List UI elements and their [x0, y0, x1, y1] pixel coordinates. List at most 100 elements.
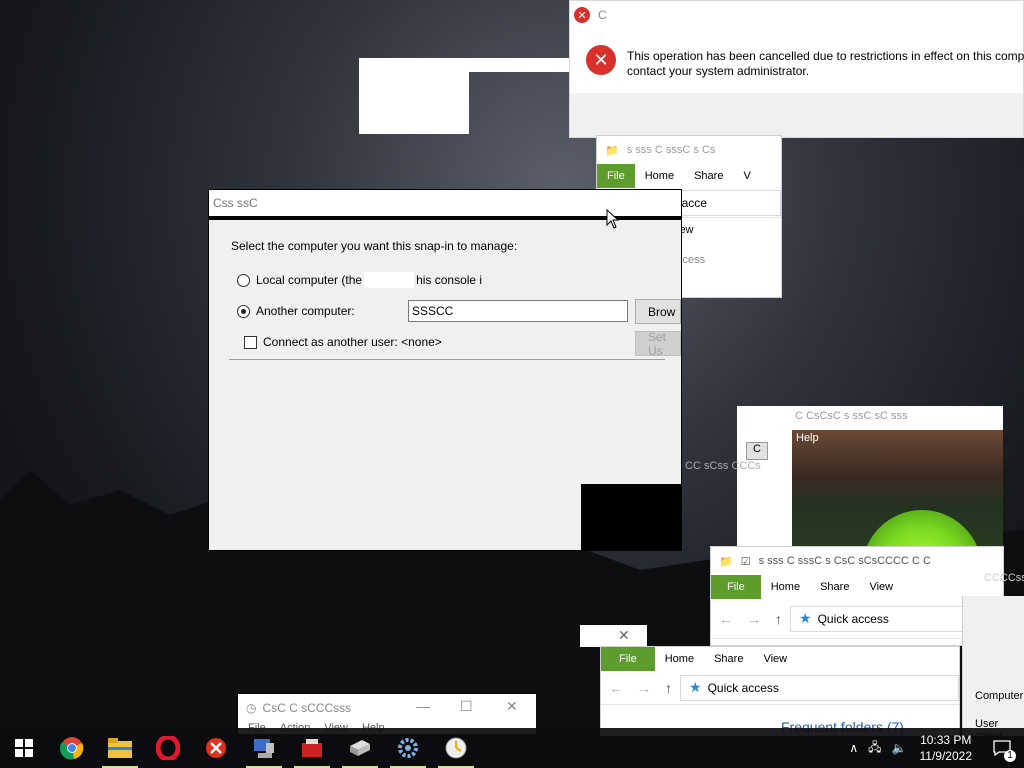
tent-wallpaper-preview: Help: [792, 430, 1003, 546]
connect-as-option[interactable]: Connect as another user: <none>: [244, 335, 442, 349]
chrome-icon[interactable]: [48, 728, 96, 768]
error-message-line2: contact your system administrator.: [627, 64, 810, 78]
tab-home[interactable]: Home: [635, 164, 684, 188]
render-artifact: [469, 58, 569, 72]
nav-arrows: ← → ↑: [711, 611, 790, 627]
tile-status: CC sCss CCCs: [685, 460, 761, 472]
up-arrow-icon[interactable]: ↑: [775, 611, 782, 627]
address-text: Quick access: [817, 611, 889, 626]
select-computer-dialog: Css ssC Select the computer you want thi…: [208, 189, 682, 551]
computer-label: Computer:: [975, 690, 1024, 702]
render-artifact: [581, 484, 681, 550]
explorer-window-middle: 📁 ☑ s sss C sssC s CsC sCsCCCC C C File …: [710, 546, 1004, 646]
error-dialog-titlebar: ✕ C: [570, 1, 1023, 29]
explorer-top-title: s sss C sssC s Cs: [626, 144, 716, 156]
taskbar-clock[interactable]: 10:33 PM 11/9/2022: [912, 732, 981, 764]
quick-access-star-icon: ★: [689, 679, 702, 695]
explorer-bottom-ribbon: File Home Share View: [601, 647, 959, 671]
close-icon[interactable]: ✕: [506, 698, 518, 715]
tab-home[interactable]: Home: [761, 575, 810, 599]
another-computer-radio[interactable]: [237, 304, 250, 318]
network-icon[interactable]: 🖧: [863, 738, 886, 759]
local-computer-option[interactable]: Local computer (the his console i: [237, 272, 482, 288]
tab-view[interactable]: View: [859, 575, 903, 599]
tab-view[interactable]: V: [733, 164, 760, 188]
error-title-icon: ✕: [574, 7, 590, 23]
file-explorer-icon[interactable]: [96, 728, 144, 768]
tab-file[interactable]: File: [711, 575, 761, 599]
volume-icon[interactable]: 🔈: [887, 741, 912, 755]
snapped-window-tile: C CsCsC s ssC sC sss Help C: [737, 406, 1003, 546]
computer-name-input[interactable]: SSSCC: [408, 300, 628, 322]
quick-access-star-icon: ★: [799, 610, 812, 626]
folder-icon: 📁: [719, 555, 733, 568]
windows-start-icon[interactable]: [0, 728, 48, 768]
right-partial-window: Computer: User name: [962, 596, 1024, 736]
show-hidden-icons-chevron-icon[interactable]: ∧: [844, 741, 863, 755]
clock-window-titlebar: ◷ CsC C sCCCsss: [238, 694, 536, 722]
mouse-cursor-icon: [606, 209, 620, 229]
back-arrow-icon[interactable]: ←: [719, 611, 733, 627]
computer-management-icon[interactable]: [240, 728, 288, 768]
back-arrow-icon[interactable]: ←: [609, 680, 623, 696]
forward-arrow-icon[interactable]: →: [637, 680, 651, 696]
connect-as-label: Connect as another user: <none>: [263, 335, 442, 349]
tile-button[interactable]: C: [746, 442, 768, 460]
clock-icon: ◷: [246, 701, 257, 715]
explorer-top-titlebar: 📁 s sss C sssC s Cs: [597, 136, 781, 164]
system-tray: ∧ 🖧 🔈 10:33 PM 11/9/2022 1: [844, 728, 1024, 768]
tab-view[interactable]: View: [753, 647, 797, 671]
clock-window-title: CsC C sCCCsss: [262, 701, 352, 715]
maximize-icon[interactable]: ☐: [460, 698, 473, 715]
taskbar-time: 10:33 PM: [920, 733, 972, 747]
tab-share[interactable]: Share: [810, 575, 859, 599]
close-icon[interactable]: ✕: [618, 627, 630, 644]
taskbar: ∧ 🖧 🔈 10:33 PM 11/9/2022 1: [0, 728, 1024, 768]
explorer-mid-titlebar: 📁 ☑ s sss C sssC s CsC sCsCCCC C C: [711, 547, 1003, 575]
tile-title: C CsCsC s ssC sC sss: [795, 410, 908, 422]
local-computer-label: Local computer (the: [256, 273, 363, 287]
tab-file[interactable]: File: [601, 647, 655, 671]
error-app-icon[interactable]: [192, 728, 240, 768]
checkbox-icon: ☑: [740, 555, 751, 568]
error-dialog: ✕ C ✕ This operation has been cancelled …: [569, 0, 1024, 138]
action-center-icon[interactable]: 1: [980, 728, 1024, 768]
local-computer-radio[interactable]: [237, 273, 250, 287]
explorer-mid-title: s sss C sssC s CsC sCsCCCC C C: [758, 555, 931, 567]
tab-share[interactable]: Share: [684, 164, 733, 188]
clock-app-icon[interactable]: [432, 728, 480, 768]
settings-gear-icon[interactable]: [384, 728, 432, 768]
another-computer-label: Another computer:: [256, 304, 355, 318]
explorer-bottom-address-row: ← → ↑ ★ Quick access: [601, 671, 959, 705]
tent-image: [862, 510, 982, 546]
address-bar[interactable]: ★ Quick access: [680, 674, 959, 701]
local-computer-label-tail: his console i: [416, 273, 483, 287]
drive-icon[interactable]: [336, 728, 384, 768]
browse-button[interactable]: Brow: [635, 299, 681, 324]
another-computer-option[interactable]: Another computer:: [237, 304, 355, 318]
address-text: Quick access: [707, 680, 779, 695]
up-arrow-icon[interactable]: ↑: [665, 680, 672, 696]
nav-arrows: ← → ↑: [601, 680, 680, 696]
tab-file[interactable]: File: [597, 164, 635, 188]
error-dialog-footer: [570, 93, 1023, 137]
mid-side-text: CCCCss: [984, 572, 1024, 584]
error-icon: ✕: [586, 45, 616, 75]
minimize-icon[interactable]: —: [416, 698, 430, 714]
toolbox-icon[interactable]: [288, 728, 336, 768]
forward-arrow-icon[interactable]: →: [747, 611, 761, 627]
render-artifact: [364, 272, 415, 288]
error-message-line1: This operation has been cancelled due to…: [627, 49, 1024, 63]
error-dialog-title: C: [598, 8, 607, 22]
set-user-button[interactable]: Set Us: [635, 330, 681, 358]
error-message: This operation has been cancelled due to…: [627, 49, 1024, 79]
prompt-text: Select the computer you want this snap-i…: [231, 239, 518, 253]
explorer-top-ribbon: File Home Share V: [597, 164, 781, 188]
tab-share[interactable]: Share: [704, 647, 753, 671]
opera-icon[interactable]: [144, 728, 192, 768]
connect-as-checkbox[interactable]: [244, 335, 257, 349]
tab-home[interactable]: Home: [655, 647, 704, 671]
taskbar-date: 11/9/2022: [919, 749, 973, 763]
tile-help-label: Help: [796, 432, 819, 444]
notification-count: 1: [1004, 750, 1016, 762]
